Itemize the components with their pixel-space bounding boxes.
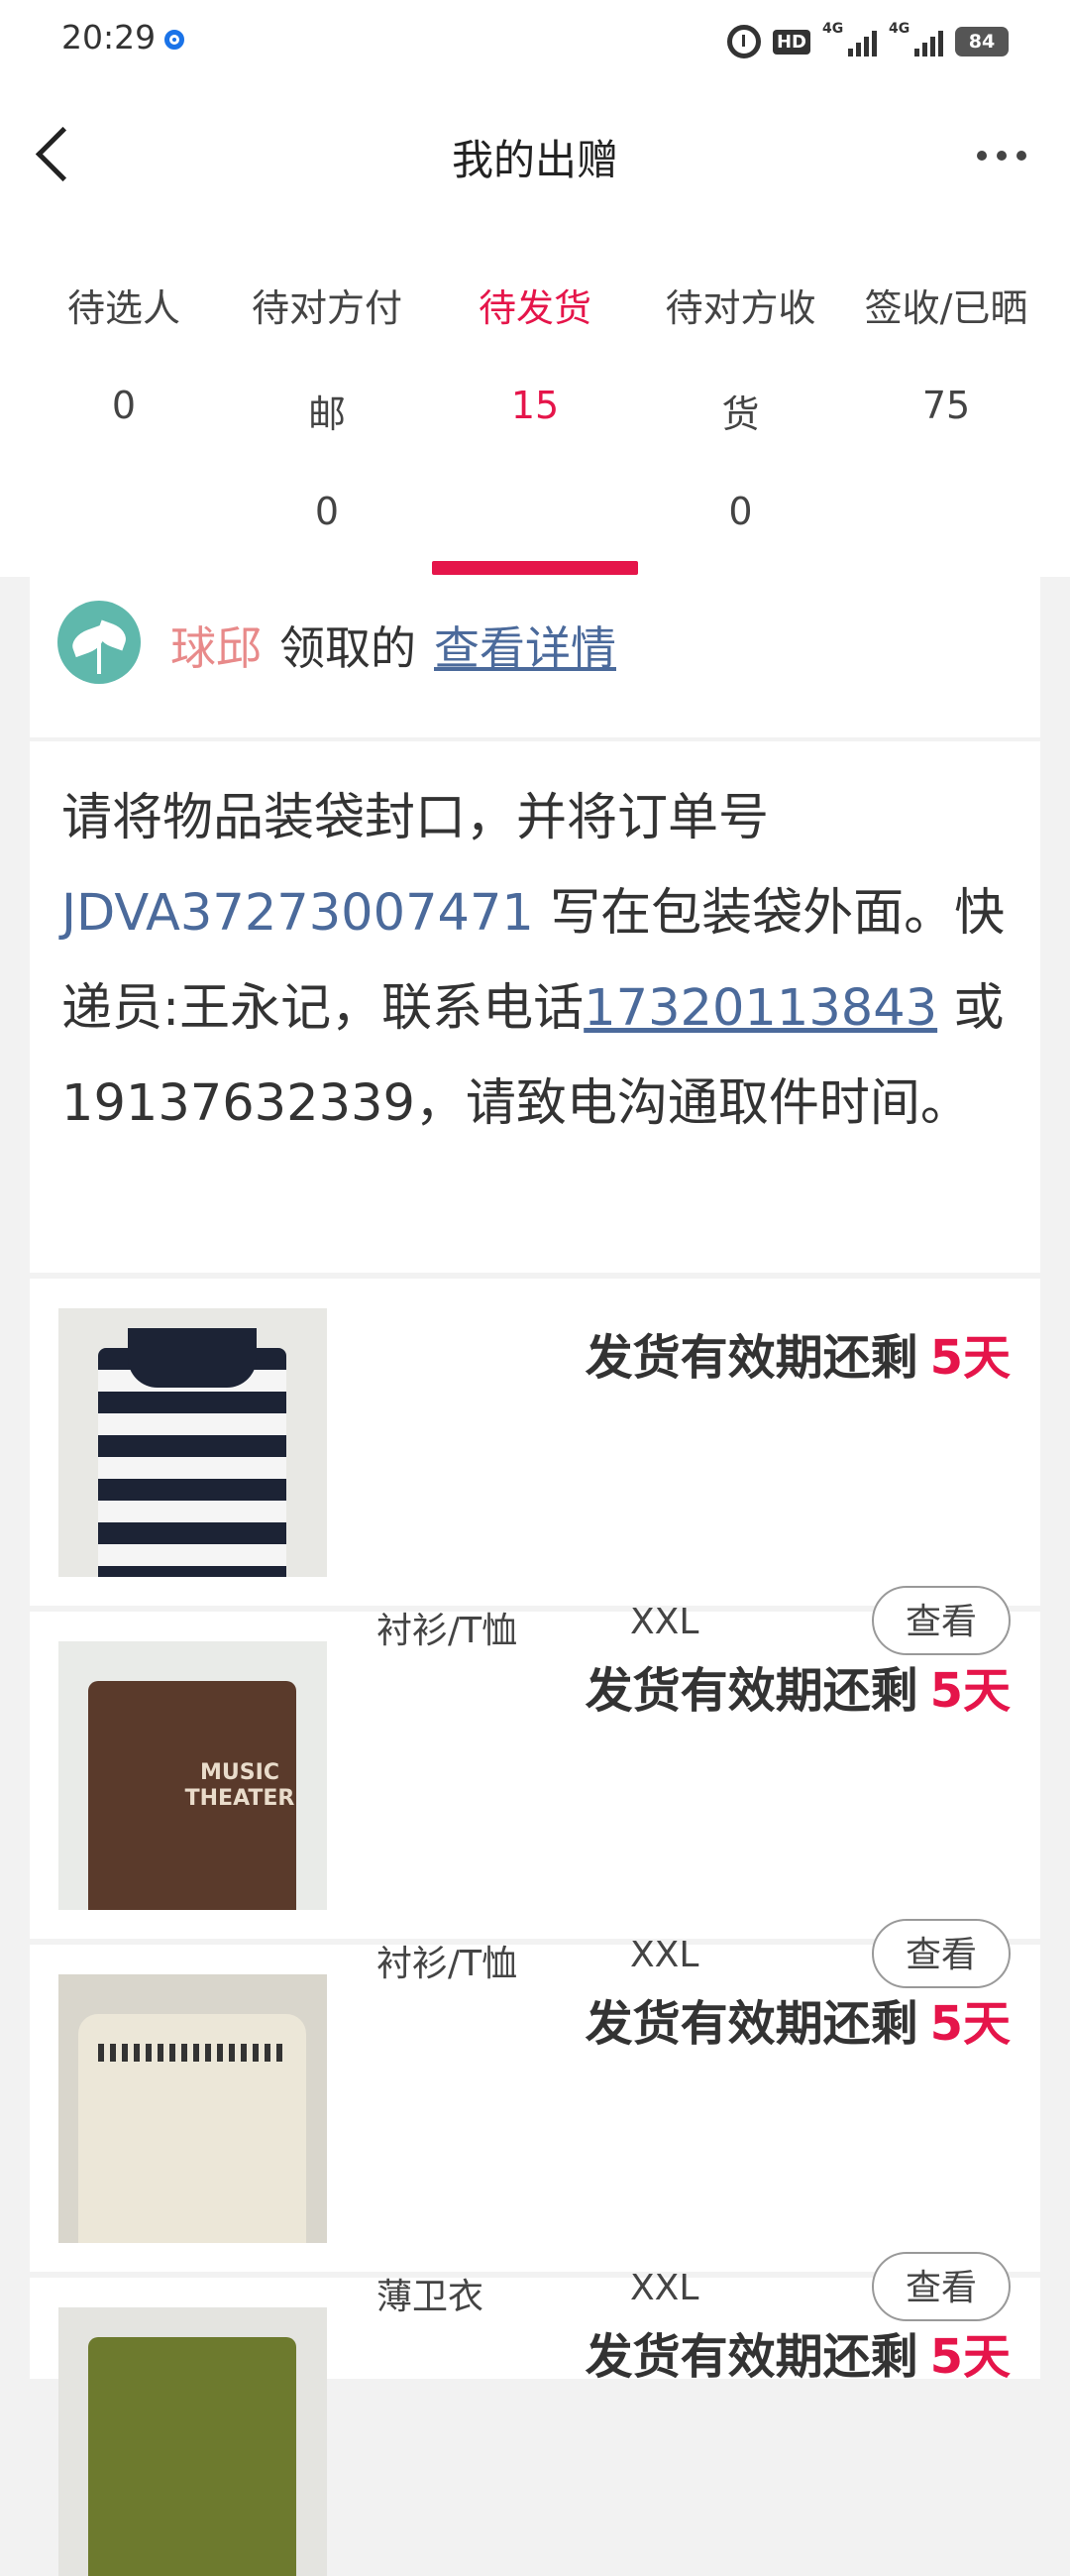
- view-details-link[interactable]: 查看详情: [434, 621, 616, 675]
- item-photo[interactable]: [58, 1974, 327, 2243]
- signal-icon: 4G: [822, 21, 877, 56]
- tab-count: 0: [728, 490, 753, 533]
- avatar[interactable]: [57, 601, 141, 684]
- gift-item[interactable]: 发货有效期还剩 5天: [30, 1279, 1040, 1606]
- alarm-icon: [726, 25, 761, 58]
- app-notification-icon: [164, 30, 184, 50]
- item-photo[interactable]: [58, 1308, 327, 1577]
- claim-label: 领取的: [279, 621, 416, 675]
- gift-item[interactable]: 衬衫/T恤 XXL 查看 发货有效期还剩 5天: [30, 1919, 1040, 2272]
- battery-icon: 84: [955, 27, 1009, 56]
- item-category: 薄卫衣: [376, 2277, 484, 2317]
- item-size: XXL: [630, 1935, 699, 1975]
- claim-user-name[interactable]: 球邱: [170, 621, 262, 675]
- page-title: 我的出赠: [451, 136, 618, 184]
- tab-pending-ship[interactable]: 待发货 15: [456, 278, 614, 427]
- tab-pending-receive[interactable]: 待对方收 货 0: [654, 278, 827, 533]
- claim-line: 球邱 领取的 查看详情: [170, 613, 616, 678]
- gift-item[interactable]: 衬衫/T恤 XXL 查看 MUSIC THEATER 发货有效期还剩 5天: [30, 1586, 1040, 1939]
- courier-phone-link[interactable]: 17320113843: [584, 979, 937, 1038]
- hd-icon: HD: [772, 29, 810, 55]
- active-tab-indicator: [432, 561, 638, 575]
- tab-pending-postage[interactable]: 待对方付 邮 0: [238, 278, 416, 533]
- ship-deadline: 发货有效期还剩 5天: [585, 1330, 1011, 1386]
- tab-count: 0: [314, 490, 340, 533]
- tab-count: 75: [921, 384, 971, 427]
- order-number: JDVA37273007471: [61, 884, 534, 943]
- ship-deadline: 发货有效期还剩 5天: [585, 1663, 1011, 1719]
- claim-card: 球邱 领取的 查看详情: [30, 577, 1040, 737]
- notice-text: 请将物品装袋封口，并将订单号 JDVA37273007471 写在包装袋外面。快…: [61, 789, 1006, 1133]
- item-category: 衬衫/T恤: [376, 1611, 518, 1651]
- gift-item[interactable]: 薄卫衣 XXL 查看 发货有效期还剩 5天: [30, 2252, 1040, 2576]
- more-icon[interactable]: [977, 151, 1026, 161]
- view-button[interactable]: 查看: [872, 1919, 1011, 1988]
- item-photo[interactable]: [58, 2307, 327, 2576]
- item-size: XXL: [630, 1602, 699, 1642]
- status-bar: 20:29 HD 4G 4G 84: [0, 0, 1070, 79]
- view-button[interactable]: 查看: [872, 2252, 1011, 2321]
- status-icons: HD 4G 4G 84: [726, 21, 1009, 61]
- tab-count: 0: [111, 384, 137, 427]
- signal-icon-2: 4G: [889, 21, 943, 56]
- tab-count: 15: [510, 384, 560, 427]
- ship-deadline: 发货有效期还剩 5天: [585, 2329, 1011, 2385]
- tab-received[interactable]: 签收/已晒 75: [852, 278, 1040, 427]
- view-button[interactable]: 查看: [872, 1586, 1011, 1655]
- item-photo[interactable]: MUSIC THEATER: [58, 1641, 327, 1910]
- item-size: XXL: [630, 2268, 699, 2308]
- tab-pending-select[interactable]: 待选人 0: [50, 278, 198, 427]
- ship-deadline: 发货有效期还剩 5天: [585, 1996, 1011, 2052]
- shipping-notice: 请将物品装袋封口，并将订单号 JDVA37273007471 写在包装袋外面。快…: [30, 741, 1040, 1273]
- app-header: 我的出赠: [0, 99, 1070, 208]
- item-category: 衬衫/T恤: [376, 1944, 518, 1984]
- status-time: 20:29: [61, 18, 157, 56]
